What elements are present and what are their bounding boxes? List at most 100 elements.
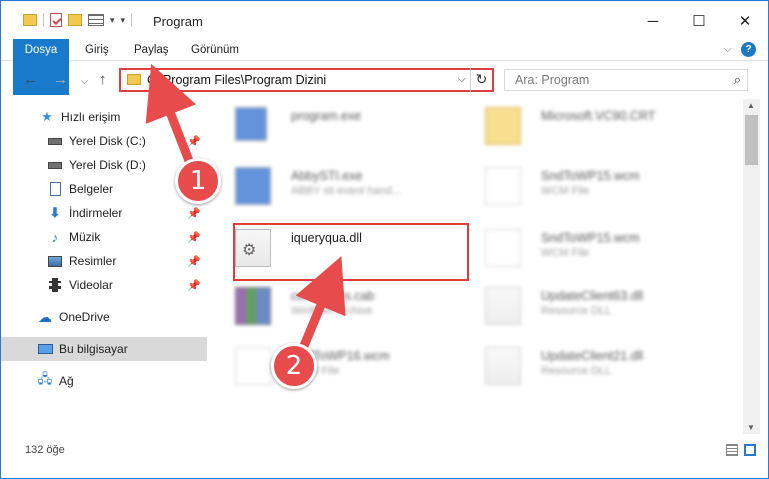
step-badge-one: 1	[175, 158, 221, 204]
ribbon-tabs: Dosya Giriş Paylaş Görünüm ⌵ ?	[1, 39, 768, 95]
sidebar-item-pictures[interactable]: Resimler 📌	[1, 249, 207, 273]
details-view-icon[interactable]	[726, 444, 738, 456]
file-type: WCM File	[541, 185, 590, 197]
up-button[interactable]: ↑	[99, 71, 107, 88]
file-item[interactable]: program.exe	[211, 99, 451, 155]
search-input[interactable]: Ara: Program ⌕	[504, 69, 748, 91]
scroll-down-icon[interactable]: ▼	[747, 423, 755, 432]
sidebar-item-label: Ağ	[59, 374, 74, 388]
file-name: UpdateClient63.dll	[541, 289, 644, 303]
navigation-pane: ★ Hızlı erişim Yerel Disk (C:) 📌 Yerel D…	[1, 99, 211, 434]
vertical-scrollbar[interactable]: ▲ ▼	[743, 99, 760, 434]
file-item[interactable]: certificates.cab WinRAR Archive	[211, 279, 451, 335]
maximize-button[interactable]: ☐	[676, 1, 722, 41]
computer-icon	[37, 341, 53, 357]
pictures-icon	[47, 253, 63, 269]
pin-icon[interactable]: 📌	[187, 231, 201, 244]
scroll-up-icon[interactable]: ▲	[747, 101, 755, 110]
pin-icon[interactable]: 📌	[187, 207, 201, 220]
documents-icon	[47, 181, 63, 197]
navigation-bar: ← → ⌵ ↑ C:\Program Files\Program Dizini …	[1, 63, 768, 97]
tab-view[interactable]: Görünüm	[181, 39, 249, 61]
minimize-button[interactable]: ─	[630, 1, 676, 41]
search-icon[interactable]: ⌕	[734, 72, 741, 88]
star-icon: ★	[41, 109, 53, 124]
address-path[interactable]: C:\Program Files\Program Dizini	[147, 73, 326, 87]
folder-icon	[485, 107, 521, 145]
new-folder-icon[interactable]	[68, 14, 82, 26]
file-item[interactable]: Microsoft.VC90.CRT	[461, 99, 701, 155]
sidebar-item-this-pc[interactable]: Bu bilgisayar	[1, 337, 207, 361]
item-count: 132 öğe	[25, 444, 65, 456]
file-item[interactable]: UpdateClient63.dll Resource DLL	[461, 279, 701, 335]
file-type: WinRAR Archive	[291, 305, 373, 317]
music-icon: ♪	[51, 229, 59, 245]
file-name: Microsoft.VC90.CRT	[541, 109, 656, 123]
pin-icon[interactable]: 📌	[187, 279, 201, 292]
sidebar-item-label: Müzik	[69, 230, 101, 244]
expand-ribbon-icon[interactable]: ⌵	[724, 43, 732, 56]
pin-icon[interactable]: 📌	[187, 135, 201, 148]
folder-icon	[127, 74, 141, 85]
cloud-icon: ☁	[38, 308, 52, 325]
separator	[131, 13, 133, 27]
exe-file-icon	[235, 107, 267, 141]
sidebar-item-label: Yerel Disk (C:)	[69, 134, 146, 148]
chevron-down-icon[interactable]: ▾	[110, 15, 115, 26]
file-item[interactable]: SndToWP16.wcm WCM File	[211, 339, 451, 395]
window-controls: ─ ☐ ✕	[630, 1, 768, 41]
forward-button[interactable]: →	[53, 71, 68, 88]
chevron-down-icon[interactable]: ⌵	[458, 73, 466, 86]
tab-share[interactable]: Paylaş	[124, 39, 179, 61]
scroll-thumb[interactable]	[745, 115, 758, 165]
sidebar-item-label: Belgeler	[69, 182, 114, 196]
refresh-button[interactable]: ↻	[470, 68, 492, 92]
sidebar-item-onedrive[interactable]: ☁ OneDrive	[1, 305, 207, 329]
file-item[interactable]: SndToWP15.wcm WCM File	[461, 221, 701, 277]
sidebar-item-disk-c[interactable]: Yerel Disk (C:) 📌	[1, 129, 207, 153]
drive-icon	[47, 157, 63, 173]
pin-icon[interactable]: 📌	[187, 255, 201, 268]
file-name: UpdateClient21.dll	[541, 349, 644, 363]
tab-home[interactable]: Giriş	[75, 39, 119, 61]
archive-file-icon	[235, 287, 271, 325]
sidebar-item-videos[interactable]: Videolar 📌	[1, 273, 207, 297]
sidebar-item-label: Yerel Disk (D:)	[69, 158, 146, 172]
file-name: SndToWP15.wcm	[541, 231, 640, 245]
file-type: Resource DLL	[541, 365, 612, 377]
sidebar-item-label: Hızlı erişim	[61, 110, 121, 124]
file-item[interactable]: SndToWP15.wcm WCM File	[461, 159, 701, 215]
sidebar-item-label: OneDrive	[59, 310, 110, 324]
file-name: program.exe	[291, 109, 362, 123]
back-button[interactable]: ←	[23, 71, 38, 88]
close-button[interactable]: ✕	[722, 1, 768, 41]
file-item[interactable]: UpdateClient21.dll Resource DLL	[461, 339, 701, 395]
download-icon: ⬇	[49, 205, 61, 220]
exe-file-icon	[235, 167, 271, 205]
customize-toolbar-icon[interactable]: ▾	[121, 15, 126, 26]
dll-file-icon	[485, 287, 521, 325]
explorer-window: ▾ ▾ Program ─ ☐ ✕ Dosya Giriş Paylaş Gör…	[0, 0, 769, 479]
properties-icon[interactable]	[50, 13, 62, 27]
file-item[interactable]: AbbySTI.exe ABBY sti event hand...	[211, 159, 451, 215]
help-icon[interactable]: ?	[741, 42, 756, 57]
sidebar-item-network[interactable]: 🖧 Ağ	[1, 369, 207, 393]
file-highlight-box	[233, 223, 469, 281]
step-badge-two: 2	[271, 343, 317, 389]
sidebar-item-music[interactable]: ♪ Müzik 📌	[1, 225, 207, 249]
document-file-icon	[485, 167, 521, 205]
search-placeholder: Ara: Program	[515, 73, 590, 87]
sidebar-item-quick-access[interactable]: ★ Hızlı erişim	[1, 105, 207, 129]
file-name: certificates.cab	[291, 289, 375, 303]
video-icon	[47, 277, 63, 293]
recent-locations-button[interactable]: ⌵	[81, 76, 88, 87]
view-icon[interactable]	[88, 14, 104, 26]
status-bar: 132 öğe	[1, 435, 768, 463]
sidebar-item-downloads[interactable]: ⬇ İndirmeler 📌	[1, 201, 207, 225]
sidebar-item-label: Resimler	[69, 254, 117, 268]
large-icons-view-icon[interactable]	[744, 444, 756, 456]
quick-access-toolbar: ▾ ▾	[23, 13, 133, 27]
sidebar-item-label: Videolar	[69, 278, 113, 292]
folder-icon	[23, 14, 37, 26]
address-bar[interactable]: C:\Program Files\Program Dizini ⌵ ↻	[119, 68, 494, 92]
